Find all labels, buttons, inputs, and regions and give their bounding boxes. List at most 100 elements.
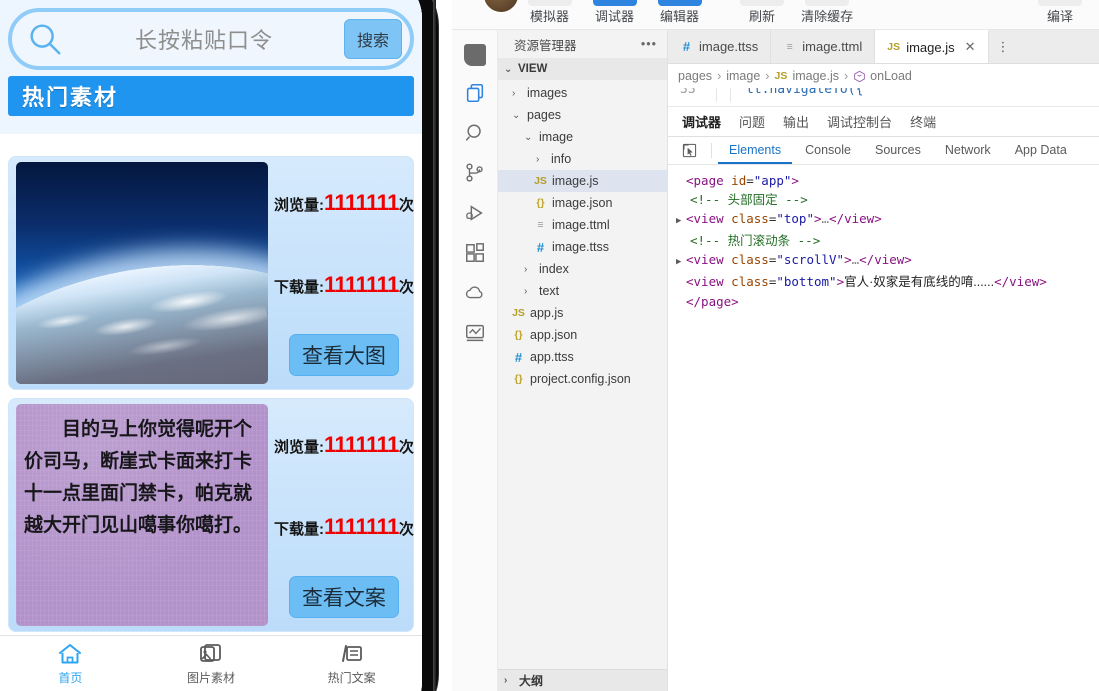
toolbar-button-compile[interactable]: 编译 bbox=[1037, 0, 1083, 27]
toolbar-button-refresh[interactable]: 刷新 bbox=[739, 0, 785, 27]
tab-image-ttml[interactable]: ≡ image.ttml bbox=[771, 30, 876, 63]
devtools-tab-console[interactable]: Console bbox=[794, 137, 862, 164]
tab-overflow-icon[interactable]: ⋮ bbox=[989, 30, 1018, 63]
avatar[interactable] bbox=[482, 0, 520, 14]
search-icon[interactable] bbox=[462, 120, 488, 146]
view-large-image-button[interactable]: 查看大图 bbox=[288, 333, 399, 376]
monitor-chart-icon[interactable] bbox=[462, 320, 488, 346]
editor-tabstrip: # image.ttss ≡ image.ttml JS image.js ✕ ⋮ bbox=[668, 30, 1099, 64]
tree-item-image-json[interactable]: {} image.json bbox=[498, 192, 667, 214]
devtools-tab-sources[interactable]: Sources bbox=[864, 137, 932, 164]
card-poster[interactable]: 目的马上你觉得呢开个价司马，断崖式卡面来打卡十一点里面门禁卡，帕克就越大开门见山… bbox=[16, 404, 268, 626]
breadcrumb-pages[interactable]: pages bbox=[678, 69, 712, 83]
tree-item-text[interactable]: › text bbox=[498, 280, 667, 302]
list-item[interactable]: 浏览量:1111111次 下载量:1111111次 查看大图 bbox=[8, 155, 414, 390]
breadcrumb-image[interactable]: image bbox=[726, 69, 760, 83]
dom-line[interactable]: ▶ <view class = "top" >… </view> bbox=[676, 209, 1091, 231]
search-input[interactable]: 长按粘贴口令 bbox=[64, 23, 344, 55]
search-button[interactable]: 搜索 bbox=[344, 19, 402, 59]
files-icon[interactable] bbox=[462, 80, 488, 106]
tree-item-image[interactable]: ⌄ image bbox=[498, 126, 667, 148]
breadcrumb-image-js[interactable]: image.js bbox=[792, 69, 839, 83]
breadcrumb-onload[interactable]: onLoad bbox=[853, 69, 912, 83]
downloads-label: 下载量: bbox=[274, 278, 324, 296]
chevron-right-icon[interactable]: ▶ bbox=[676, 212, 686, 231]
tree-item-app-js[interactable]: JS app.js bbox=[498, 302, 667, 324]
search-bar: 长按粘贴口令 搜索 bbox=[0, 0, 422, 70]
tree-label: index bbox=[539, 262, 569, 276]
tree-item-index[interactable]: › index bbox=[498, 258, 667, 280]
tab-image-ttss[interactable]: # image.ttss bbox=[668, 30, 772, 63]
outline-section[interactable]: › 大纲 bbox=[498, 669, 667, 691]
home-icon bbox=[59, 643, 82, 663]
tree-item-images[interactable]: › images bbox=[498, 82, 667, 104]
views-value: 1111111 bbox=[324, 431, 399, 457]
close-icon[interactable]: ✕ bbox=[965, 39, 976, 55]
poster-text: 目的马上你觉得呢开个价司马，断崖式卡面来打卡十一点里面门禁卡，帕克就越大开门见山… bbox=[16, 404, 268, 626]
toolbar-button-clear-cache[interactable]: 清除缓存 bbox=[791, 0, 863, 27]
dom-line[interactable]: </page> bbox=[676, 292, 1091, 311]
downloads-value: 1111111 bbox=[324, 271, 399, 297]
toolbar-button-editor[interactable]: 编辑器 bbox=[650, 0, 709, 27]
views-label: 浏览量: bbox=[274, 196, 324, 214]
devtools-tab-elements[interactable]: Elements bbox=[718, 137, 793, 164]
downloads-unit: 次 bbox=[398, 278, 414, 296]
downloads-unit: 次 bbox=[398, 520, 414, 538]
ide-toolbar: 模拟器 调试器 编辑器 刷新 清除缓存 编译 bbox=[452, 0, 1099, 30]
dom-line[interactable]: <view class = "bottom" > 官人·奴家是有底线的唷...... </… bbox=[676, 272, 1091, 292]
search-pill[interactable]: 长按粘贴口令 搜索 bbox=[8, 8, 414, 70]
views-unit: 次 bbox=[398, 196, 414, 214]
dom-line[interactable]: <page id = "app" > bbox=[676, 171, 1091, 190]
devtools-tabbar: Elements Console Sources Network App Dat… bbox=[668, 137, 1099, 165]
dom-tree[interactable]: <page id = "app" > <!-- 头部固定 --> ▶ <view cla… bbox=[668, 165, 1099, 691]
toolbar-button-simulator[interactable]: 模拟器 bbox=[520, 0, 579, 27]
tree-item-image-ttml[interactable]: ≡ image.ttml bbox=[498, 214, 667, 236]
card-image[interactable] bbox=[16, 161, 268, 384]
panel-tab-problems[interactable]: 问题 bbox=[739, 112, 765, 131]
tree-item-app-ttss[interactable]: # app.ttss bbox=[498, 346, 667, 368]
tab-label: image.js bbox=[906, 39, 955, 55]
cloud-icon[interactable] bbox=[462, 280, 488, 306]
hot-banner-title: 热门素材 bbox=[8, 76, 414, 116]
app-logo-icon[interactable] bbox=[463, 44, 486, 66]
tree-item-pages[interactable]: ⌄ pages bbox=[498, 104, 667, 126]
list-item[interactable]: 目的马上你觉得呢开个价司马，断崖式卡面来打卡十一点里面门禁卡，帕克就越大开门见山… bbox=[8, 397, 414, 632]
document-icon bbox=[341, 644, 362, 662]
js-file-icon: JS bbox=[534, 175, 547, 187]
card-list[interactable]: 浏览量:1111111次 下载量:1111111次 查看大图 目的马上你觉得呢开… bbox=[0, 155, 422, 635]
panel-tab-debugger[interactable]: 调试器 bbox=[682, 112, 721, 131]
explorer-header: 资源管理器 ••• bbox=[498, 30, 667, 58]
panel-tab-terminal[interactable]: 终端 bbox=[910, 112, 936, 131]
devtools-tab-network[interactable]: Network bbox=[934, 137, 1002, 164]
chevron-right-icon[interactable]: ▶ bbox=[676, 253, 686, 272]
panel-tab-output[interactable]: 输出 bbox=[783, 112, 809, 131]
card-info: 浏览量:1111111次 下载量:1111111次 查看文案 bbox=[268, 398, 414, 632]
tabbar-item-articles[interactable]: 热门文案 bbox=[281, 636, 422, 691]
file-tree[interactable]: › images ⌄ pages ⌄ image › info JS image.js {… bbox=[498, 80, 667, 669]
view-copy-button[interactable]: 查看文案 bbox=[288, 575, 399, 618]
editor-column: # image.ttss ≡ image.ttml JS image.js ✕ ⋮ pa… bbox=[668, 30, 1099, 691]
source-control-icon[interactable] bbox=[462, 160, 488, 186]
tree-item-app-json[interactable]: {} app.json bbox=[498, 324, 667, 346]
run-debug-icon[interactable] bbox=[462, 200, 488, 226]
chevron-right-icon: › bbox=[717, 69, 722, 83]
panel-tab-debug-console[interactable]: 调试控制台 bbox=[827, 112, 892, 131]
js-file-icon: JS bbox=[774, 70, 788, 82]
toolbar-button-debugger[interactable]: 调试器 bbox=[585, 0, 644, 27]
tabbar-item-images[interactable]: 图片素材 bbox=[141, 636, 282, 691]
tabbar-label-home: 首页 bbox=[58, 670, 83, 685]
tree-item-image-ttss[interactable]: # image.ttss bbox=[498, 236, 667, 258]
ttss-file-icon: # bbox=[682, 39, 691, 54]
code-editor-sliver[interactable]: 33 tt.navigateTo({ bbox=[668, 88, 1099, 106]
inspect-element-icon[interactable] bbox=[674, 137, 705, 164]
extensions-icon[interactable] bbox=[462, 240, 488, 266]
dom-line[interactable]: ▶ <view class = "scrollV" >… </view> bbox=[676, 250, 1091, 272]
explorer-root-row[interactable]: ⌄ VIEW bbox=[498, 58, 667, 80]
tabbar-item-home[interactable]: 首页 bbox=[0, 636, 141, 691]
tree-item-image-js[interactable]: JS image.js bbox=[498, 170, 667, 192]
tree-item-info[interactable]: › info bbox=[498, 148, 667, 170]
tree-item-project-config[interactable]: {} project.config.json bbox=[498, 368, 667, 390]
devtools-tab-app-data[interactable]: App Data bbox=[1004, 137, 1078, 164]
ellipsis-icon[interactable]: ••• bbox=[641, 37, 657, 51]
tab-image-js[interactable]: JS image.js ✕ bbox=[875, 30, 989, 63]
